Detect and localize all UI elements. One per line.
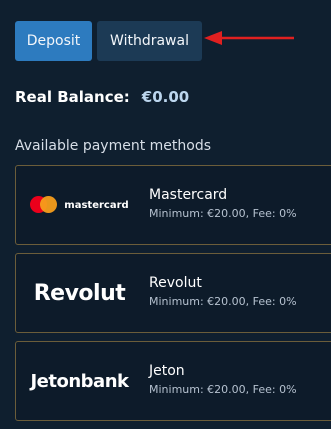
method-detail: Minimum: €20.00, Fee: 0% [149, 295, 297, 308]
balance-label: Real Balance: [15, 88, 130, 106]
balance-row: Real Balance: €0.00 [15, 88, 189, 106]
method-name: Jeton [149, 363, 185, 379]
method-name: Revolut [149, 275, 202, 291]
balance-value: €0.00 [141, 88, 190, 106]
revolut-logo: Revolut [16, 254, 143, 332]
payment-method-list: mastercard Mastercard Minimum: €20.00, F… [15, 165, 331, 429]
payment-method-jeton[interactable]: Jetonbank Jeton Minimum: €20.00, Fee: 0% [15, 341, 331, 421]
payment-method-mastercard[interactable]: mastercard Mastercard Minimum: €20.00, F… [15, 165, 331, 245]
jetonbank-logo-text: Jetonbank [30, 370, 129, 392]
mastercard-logo-text: mastercard [64, 199, 129, 211]
payment-methods-title: Available payment methods [15, 138, 211, 154]
tab-deposit[interactable]: Deposit [15, 21, 92, 61]
jetonbank-logo: Jetonbank [16, 342, 143, 420]
method-detail: Minimum: €20.00, Fee: 0% [149, 383, 297, 396]
method-name: Mastercard [149, 187, 228, 203]
transaction-tabs: Deposit Withdrawal [15, 21, 202, 61]
mastercard-logo: mastercard [16, 166, 143, 244]
revolut-logo-text: Revolut [33, 280, 126, 306]
method-detail: Minimum: €20.00, Fee: 0% [149, 207, 297, 220]
red-arrow-icon [204, 31, 294, 45]
tab-withdrawal[interactable]: Withdrawal [97, 21, 202, 61]
mastercard-circles-icon [30, 196, 58, 214]
payment-method-revolut[interactable]: Revolut Revolut Minimum: €20.00, Fee: 0% [15, 253, 331, 333]
